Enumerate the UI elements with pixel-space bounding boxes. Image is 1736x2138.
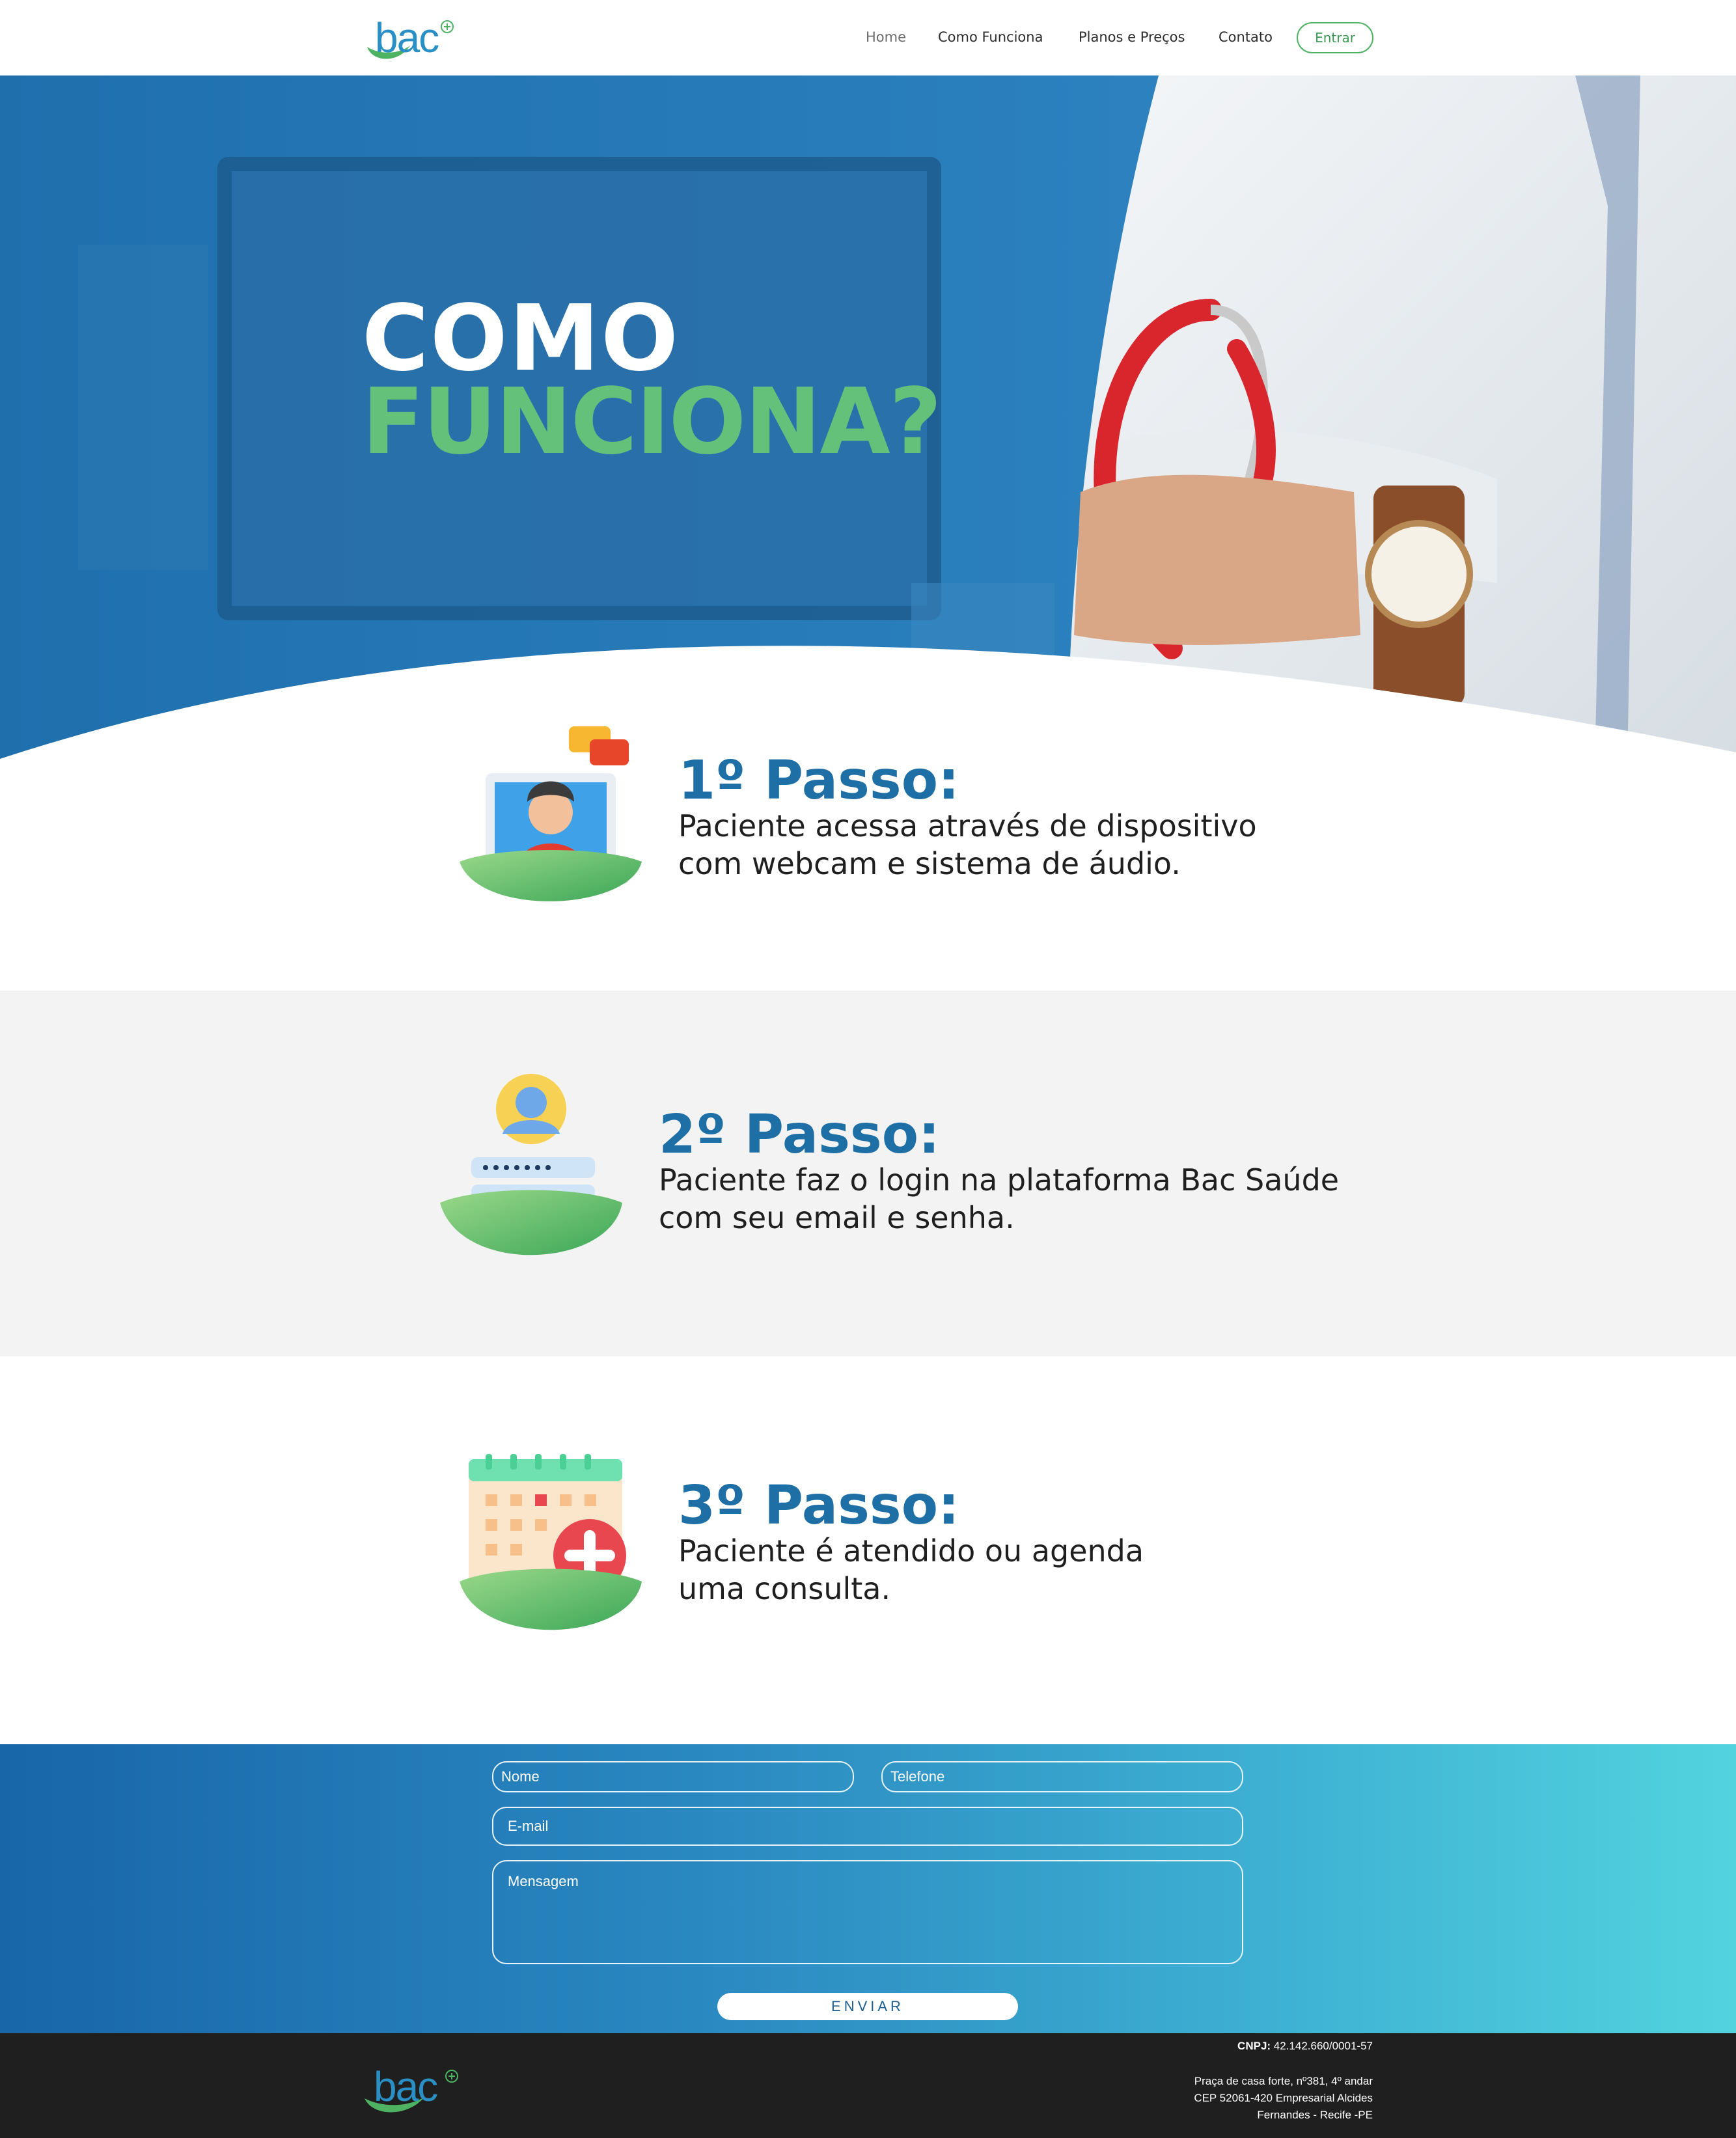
plus-icon xyxy=(441,20,454,33)
address-line-3: Fernandes - Recife -PE xyxy=(1257,2109,1373,2121)
step-1-text-line2: com webcam e sistema de áudio. xyxy=(678,846,1181,881)
logo-text: bac xyxy=(375,14,439,61)
nav-home[interactable]: Home xyxy=(866,22,906,52)
hero-section: COMO FUNCIONA? xyxy=(0,75,1736,765)
step-1-title: 1º Passo: xyxy=(678,750,959,812)
bac-logo-icon: bac xyxy=(365,2063,458,2113)
login-icon xyxy=(440,1074,622,1255)
step-3-text-line2: uma consulta. xyxy=(678,1571,891,1606)
nav-contato[interactable]: Contato xyxy=(1219,22,1273,52)
address-line-1: Praça de casa forte, nº381, 4º andar xyxy=(1194,2075,1373,2087)
video-call-icon xyxy=(460,726,642,901)
site-footer: bac CNPJ: 42.142.660/0001-57 Praça de ca… xyxy=(0,2033,1736,2138)
step-2-section: 2º Passo: Paciente faz o login na plataf… xyxy=(0,991,1736,1356)
cnpj-line: CNPJ: 42.142.660/0001-57 xyxy=(1237,2040,1373,2053)
hero-title-line2: FUNCIONA? xyxy=(362,369,942,475)
step-3-section: 3º Passo: Paciente é atendido ou agenda … xyxy=(0,1356,1736,1744)
name-input[interactable] xyxy=(492,1761,854,1792)
step-1-text-line1: Paciente acessa através de dispositivo xyxy=(678,808,1257,843)
step-2-text-line1: Paciente faz o login na plataforma Bac S… xyxy=(659,1162,1340,1198)
step-2-text-line2: com seu email e senha. xyxy=(659,1200,1015,1235)
cnpj-value: 42.142.660/0001-57 xyxy=(1273,2040,1373,2052)
nav-como-funciona[interactable]: Como Funciona xyxy=(938,22,1043,52)
bac-logo[interactable]: bac xyxy=(366,14,454,61)
submit-button[interactable]: ENVIAR xyxy=(717,1993,1018,2020)
phone-input[interactable] xyxy=(881,1761,1243,1792)
calendar-medical-icon xyxy=(460,1454,642,1630)
address-line-2: CEP 52061-420 Empresarial Alcides xyxy=(1194,2092,1373,2104)
cnpj-label: CNPJ: xyxy=(1237,2040,1271,2052)
footer-logo: bac xyxy=(362,2063,460,2117)
message-textarea[interactable] xyxy=(492,1860,1243,1964)
step-2-title: 2º Passo: xyxy=(659,1104,940,1166)
email-input[interactable] xyxy=(492,1807,1243,1846)
site-header: bac Home Como Funciona Planos e Preços C… xyxy=(0,0,1736,75)
svg-text:bac: bac xyxy=(374,2064,437,2110)
nav-planos-precos[interactable]: Planos e Preços xyxy=(1079,22,1185,52)
step-3-text-line1: Paciente é atendido ou agenda xyxy=(678,1533,1144,1569)
step-1-section: 1º Passo: Paciente acessa através de dis… xyxy=(0,726,1736,991)
step-3-title: 3º Passo: xyxy=(678,1475,959,1537)
login-button[interactable]: Entrar xyxy=(1297,22,1373,53)
contact-form-section: ENVIAR xyxy=(0,1744,1736,2033)
